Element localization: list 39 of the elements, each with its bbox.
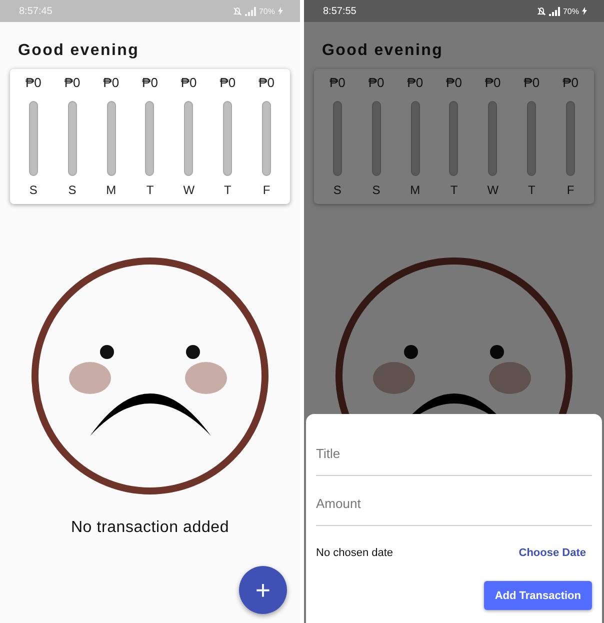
day-label: M xyxy=(410,182,420,198)
date-status: No chosen date xyxy=(316,547,394,559)
empty-message: No transaction added xyxy=(70,519,230,537)
day-label: W xyxy=(183,182,195,198)
text-field[interactable]: Amount xyxy=(316,478,592,526)
amount-label: ₱0 xyxy=(180,74,197,92)
add-button[interactable]: + xyxy=(239,566,287,614)
amount-label: ₱0 xyxy=(329,74,346,92)
day-label: T xyxy=(528,182,536,198)
day-label: S xyxy=(372,182,380,198)
day-label: T xyxy=(450,182,458,198)
greeting-heading: Good evening xyxy=(18,42,140,60)
greeting-heading: Good evening xyxy=(322,42,444,60)
day-label: T xyxy=(224,182,232,198)
amount-label: ₱0 xyxy=(446,74,462,92)
amount-label: ₱0 xyxy=(142,74,158,92)
amount-label: ₱0 xyxy=(524,74,540,92)
day-label: S xyxy=(333,182,342,198)
day-label: S xyxy=(68,182,76,198)
day-label: T xyxy=(146,182,154,198)
day-label: F xyxy=(262,182,270,198)
day-label: F xyxy=(566,182,574,198)
amount-label: ₱0 xyxy=(407,74,424,92)
amount-label: ₱0 xyxy=(64,74,80,92)
day-label: W xyxy=(487,182,499,198)
amount-label: ₱0 xyxy=(562,74,579,92)
amount-label: ₱0 xyxy=(25,74,42,92)
choose-date-button[interactable]: Choose Date xyxy=(512,543,592,563)
amount-label: ₱0 xyxy=(484,74,501,92)
day-label: S xyxy=(29,182,38,198)
day-label: M xyxy=(106,182,116,198)
amount-label: ₱0 xyxy=(368,74,384,92)
amount-label: ₱0 xyxy=(103,74,120,92)
text-field[interactable]: Title xyxy=(316,428,592,476)
amount-label: ₱0 xyxy=(220,74,236,92)
clock-time: 8:57:55 xyxy=(323,6,356,16)
add-transaction-button[interactable]: Add Transaction xyxy=(484,581,592,610)
battery-percent: 70% xyxy=(562,6,579,16)
amount-label: ₱0 xyxy=(258,74,275,92)
